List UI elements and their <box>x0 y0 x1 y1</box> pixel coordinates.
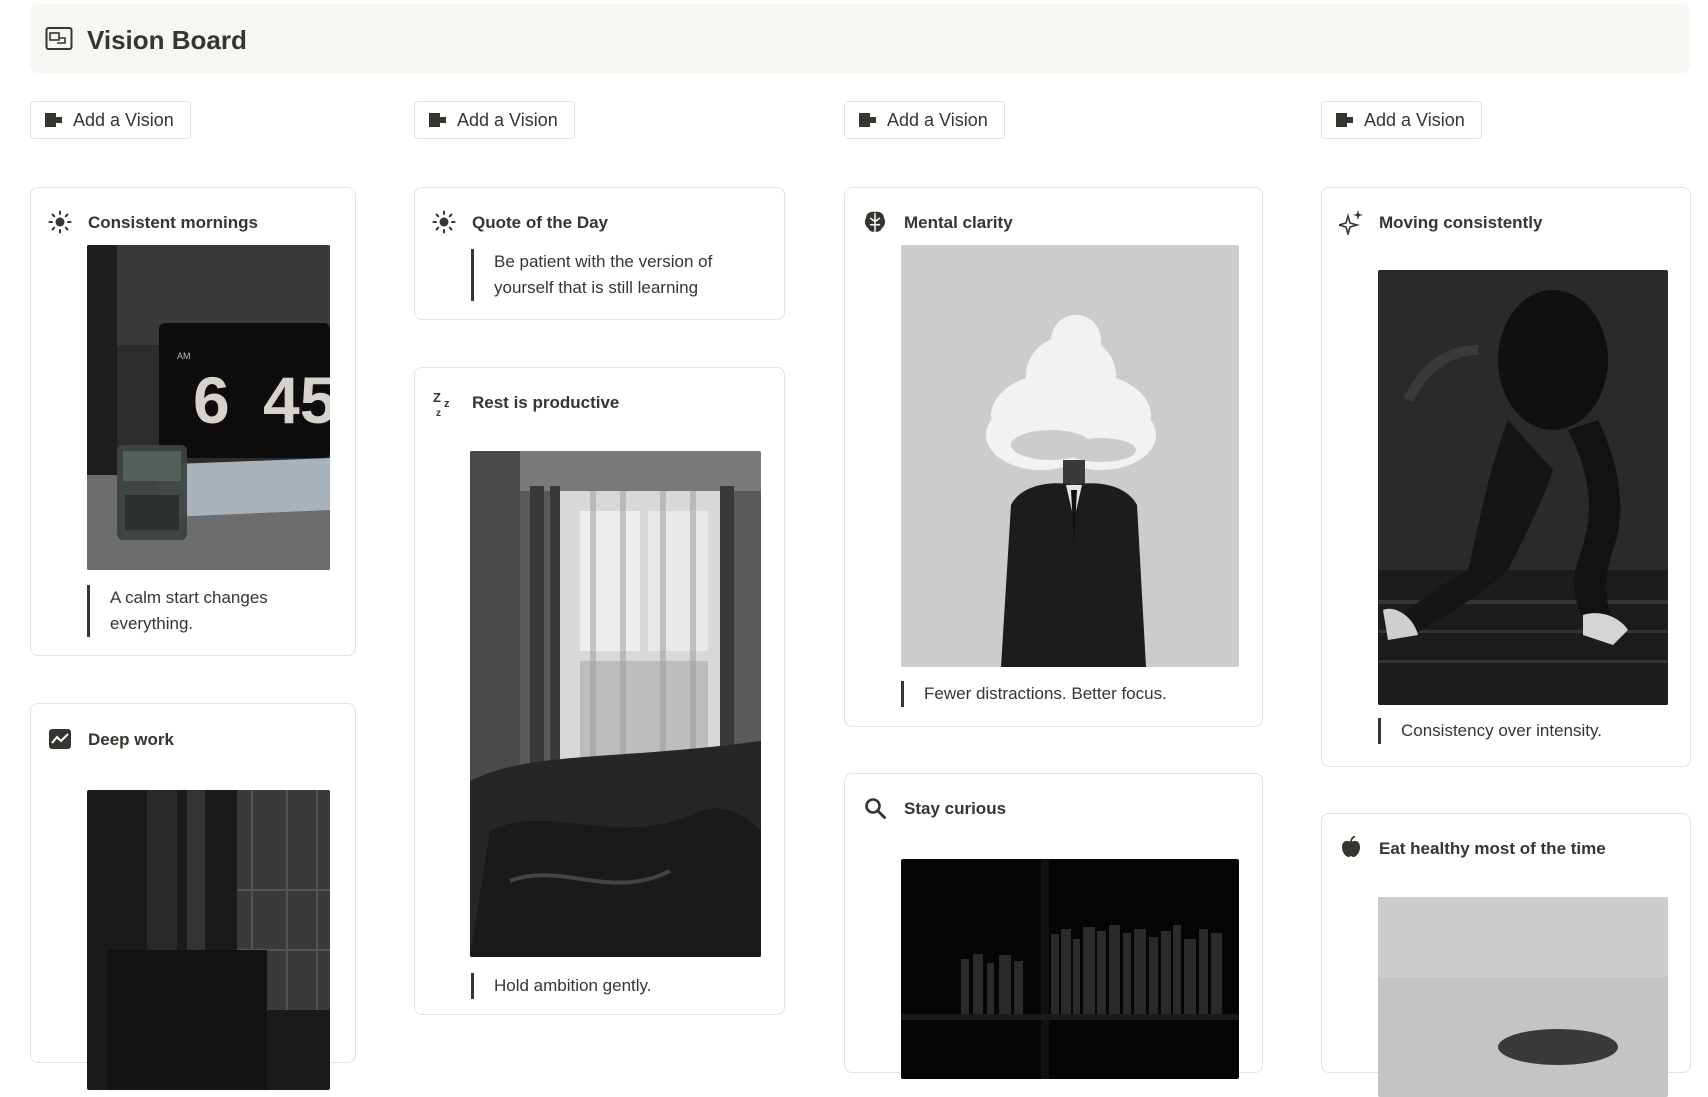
zzz-icon: Zzz <box>432 389 456 419</box>
card-title: Consistent mornings <box>88 213 259 232</box>
vision-board-icon <box>45 26 73 52</box>
sun-icon <box>432 210 456 234</box>
card-quote: Fewer distractions. Better focus. <box>901 681 1241 707</box>
search-icon <box>863 796 887 820</box>
puzzle-icon <box>427 110 449 130</box>
vision-card[interactable]: Quote of the Day Be patient with the ver… <box>414 187 785 320</box>
add-vision-button[interactable]: Add a Vision <box>1321 101 1482 139</box>
puzzle-icon <box>43 110 65 130</box>
bookshelf-photo <box>901 859 1239 1079</box>
vision-card[interactable]: Moving consistently Consistency over int… <box>1321 187 1691 767</box>
puzzle-icon <box>1334 110 1356 130</box>
add-vision-button[interactable]: Add a Vision <box>30 101 191 139</box>
vision-card[interactable]: Eat healthy most of the time <box>1321 813 1691 1097</box>
vision-card[interactable]: Deep work <box>30 703 356 1090</box>
sparkles-icon <box>1336 209 1363 237</box>
sun-icon <box>48 210 72 234</box>
desk-window-photo <box>87 790 330 1090</box>
alarm-clock-photo: AM 6 45 <box>87 245 330 570</box>
add-vision-label: Add a Vision <box>73 109 174 130</box>
add-vision-label: Add a Vision <box>457 109 558 130</box>
page-title: Vision Board <box>87 25 247 55</box>
clock-hour: 6 <box>193 363 230 437</box>
card-quote: A calm start changes everything. <box>87 585 327 637</box>
cloud-head-photo <box>901 245 1239 667</box>
svg-text:Z: Z <box>433 390 441 405</box>
svg-text:z: z <box>436 408 441 417</box>
runner-photo <box>1378 270 1668 705</box>
card-title: Mental clarity <box>904 213 1013 232</box>
add-vision-button[interactable]: Add a Vision <box>414 101 575 139</box>
card-title: Deep work <box>88 730 174 749</box>
add-vision-label: Add a Vision <box>887 109 988 130</box>
vision-card[interactable]: Mental clarity Fewer distractions. Bette… <box>844 187 1263 727</box>
add-vision-label: Add a Vision <box>1364 109 1465 130</box>
card-title: Quote of the Day <box>472 213 609 232</box>
page-header: Vision Board <box>30 4 1690 73</box>
bedroom-curtain-photo <box>470 451 761 957</box>
vision-card[interactable]: Consistent mornings AM 6 45 A calm start… <box>30 187 356 656</box>
svg-text:z: z <box>444 398 450 410</box>
card-title: Rest is productive <box>472 393 620 412</box>
food-photo <box>1378 897 1668 1097</box>
card-title: Eat healthy most of the time <box>1379 839 1606 858</box>
card-quote: Be patient with the version of yourself … <box>471 249 761 301</box>
add-vision-button[interactable]: Add a Vision <box>844 101 1005 139</box>
clock-am-label: AM <box>177 351 191 361</box>
vision-card[interactable]: Zzz Rest is productive Hold ambition gen… <box>414 367 785 1015</box>
card-title: Moving consistently <box>1379 213 1543 232</box>
card-quote: Hold ambition gently. <box>471 973 761 999</box>
apple-icon <box>1339 835 1363 859</box>
chart-icon <box>48 727 72 751</box>
puzzle-icon <box>857 110 879 130</box>
clock-minutes: 45 <box>263 363 330 437</box>
card-quote: Consistency over intensity. <box>1378 718 1668 744</box>
brain-icon <box>863 210 887 234</box>
card-title: Stay curious <box>904 799 1007 818</box>
vision-card[interactable]: Stay curious <box>844 773 1263 1079</box>
